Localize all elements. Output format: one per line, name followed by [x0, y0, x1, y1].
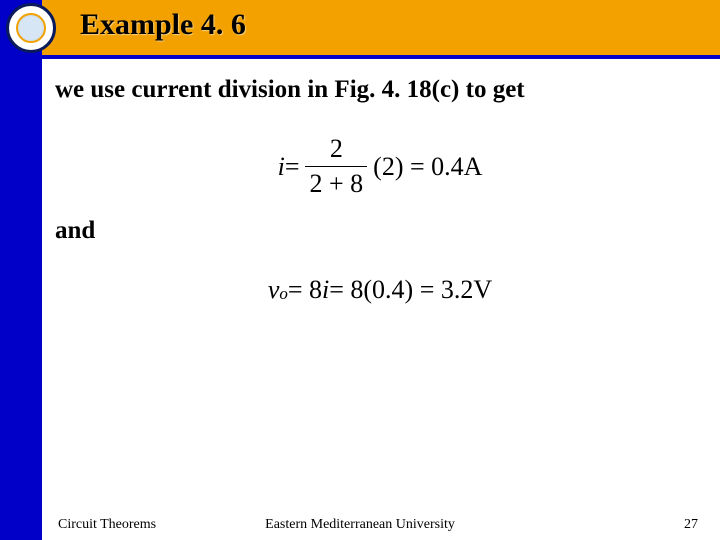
eq1-denominator: 2 + 8 — [305, 166, 367, 199]
logo-inner-icon — [16, 13, 46, 43]
lead-text: we use current division in Fig. 4. 18(c)… — [55, 76, 705, 104]
footer-page-number: 27 — [684, 517, 698, 533]
footer-center: Eastern Mediterranean University — [0, 517, 720, 533]
eq1-equals: = — [285, 152, 300, 182]
eq2-lhs-var: v — [268, 275, 280, 305]
slide-body: we use current division in Fig. 4. 18(c)… — [55, 70, 705, 323]
slide: Example 4. 6 we use current division in … — [0, 0, 720, 540]
equation-1: i = 2 2 + 8 (2) = 0.4 A — [55, 134, 705, 199]
eq2-rest: = 8(0.4) = 3.2 — [329, 275, 473, 305]
eq2-lhs-sub: o — [279, 284, 287, 304]
equation-2: vo = 8i = 8(0.4) = 3.2 V — [55, 275, 705, 305]
eq1-unit: A — [464, 152, 483, 182]
eq1-fraction: 2 2 + 8 — [305, 134, 367, 199]
slide-title: Example 4. 6 — [80, 8, 246, 42]
eq2-unit: V — [473, 275, 492, 305]
eq2-rhs1: = 8 — [288, 275, 322, 305]
eq1-numerator: 2 — [326, 134, 347, 166]
and-text: and — [55, 217, 705, 245]
footer: Circuit Theorems Eastern Mediterranean U… — [0, 510, 720, 540]
eq2-rhs-var: i — [322, 275, 329, 305]
eq1-lhs-var: i — [278, 152, 285, 182]
university-logo-icon — [6, 3, 56, 53]
eq1-rest: (2) = 0.4 — [373, 152, 463, 182]
title-underline — [42, 55, 720, 59]
side-accent-bar — [0, 0, 42, 540]
